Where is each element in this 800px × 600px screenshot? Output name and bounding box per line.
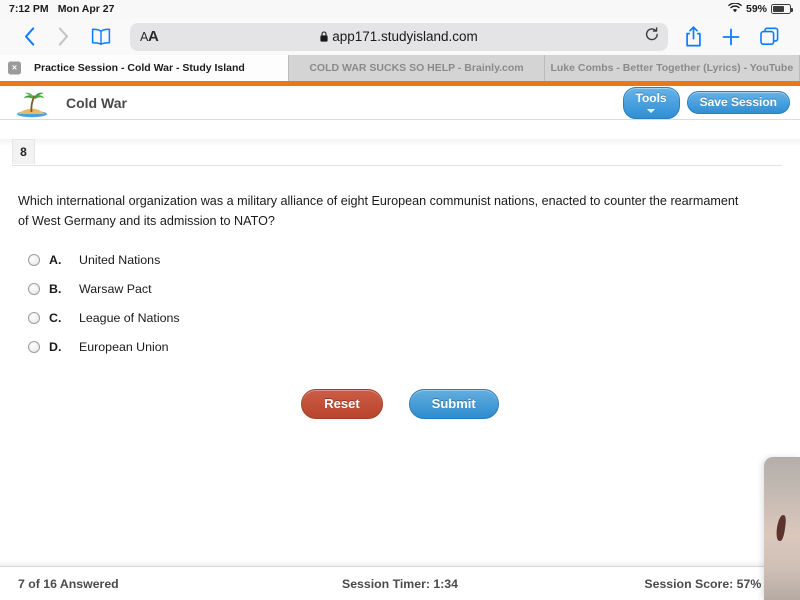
radio-button[interactable] [28,311,40,324]
radio-button[interactable] [28,253,40,266]
reset-button[interactable]: Reset [301,389,383,420]
answer-option-c[interactable]: C. League of Nations [28,303,800,332]
choice-text: United Nations [79,252,161,267]
palm-tree-island-logo [17,92,47,117]
choice-text: European Union [79,339,169,354]
reload-icon [645,26,658,40]
tab-title: COLD WAR SUCKS SO HELP - Brainly.com [309,62,524,74]
session-footer: 7 of 16 Answered Session Timer: 1:34 Ses… [0,567,800,600]
back-button[interactable] [12,22,46,52]
chevron-right-icon [58,27,68,46]
book-icon [91,28,111,45]
answer-choices: A. United Nations B. Warsaw Pact C. Leag… [28,245,800,361]
ios-status-bar: 7:12 PM Mon Apr 27 59% [0,0,800,18]
study-island-header: Cold War Tools Save Session [0,86,800,120]
bookmarks-button[interactable] [80,22,122,52]
share-button[interactable] [674,22,712,52]
status-date: Mon Apr 27 [57,3,115,15]
browser-tab-youtube[interactable]: Luke Combs - Better Together (Lyrics) - … [544,55,800,81]
tab-title: Luke Combs - Better Together (Lyrics) - … [550,62,794,74]
answer-option-b[interactable]: B. Warsaw Pact [28,274,800,303]
close-icon[interactable]: × [8,61,21,75]
browser-tab-brainly[interactable]: COLD WAR SUCKS SO HELP - Brainly.com [289,55,545,81]
choice-letter: C. [49,310,62,325]
text-size-button[interactable]: AA [140,28,159,45]
thumb-overlay [764,457,800,600]
status-time: 7:12 PM [9,3,49,15]
submit-button[interactable]: Submit [408,389,499,420]
answered-count: 7 of 16 Answered [18,576,119,591]
choice-letter: B. [49,281,62,296]
choice-letter: A. [49,252,62,267]
choice-text: League of Nations [79,310,180,325]
tools-button[interactable]: Tools [622,86,680,119]
wifi-icon [728,1,742,16]
battery-icon [771,4,793,14]
page-title: Cold War [66,94,127,111]
answer-option-d[interactable]: D. European Union [28,332,800,361]
question-number-row: 8 [0,139,800,166]
plus-icon [722,28,740,45]
reload-button[interactable] [645,26,659,47]
save-session-label: Save Session [699,95,777,109]
save-session-button[interactable]: Save Session [686,91,790,114]
choice-text: Warsaw Pact [79,281,152,296]
lock-icon [320,31,328,42]
url-text: app171.studyisland.com [332,29,478,44]
safari-tab-bar: × Practice Session - Cold War - Study Is… [0,55,800,81]
address-bar[interactable]: AA app171.studyisland.com [130,22,668,51]
session-timer: Session Timer: 1:34 [342,576,458,591]
question-text: Which international organization was a m… [18,194,739,228]
question-panel: 8 Which international organization was a… [0,139,800,568]
radio-button[interactable] [28,282,40,295]
footer-divider [0,560,800,567]
divider [12,165,782,166]
chevron-left-icon [24,27,34,46]
action-buttons: Reset Submit [0,389,800,420]
forward-button[interactable] [46,22,80,52]
question-number-badge: 8 [12,139,35,164]
ipad-screen: 7:12 PM Mon Apr 27 59% AA app171.studyis… [0,0,800,600]
browser-tab-active[interactable]: × Practice Session - Cold War - Study Is… [0,55,290,81]
new-tab-button[interactable] [712,22,750,52]
tab-title: Practice Session - Cold War - Study Isla… [34,62,245,74]
answer-option-a[interactable]: A. United Nations [28,245,800,274]
battery-percent: 59% [745,3,767,15]
tabs-overview-button[interactable] [750,22,788,52]
caret-down-icon [647,108,656,113]
safari-toolbar: AA app171.studyisland.com [0,18,800,55]
url-display: app171.studyisland.com [130,29,668,44]
tools-label: Tools [635,90,667,105]
share-icon [685,26,701,47]
radio-button[interactable] [28,340,40,353]
choice-letter: D. [49,339,62,354]
tabs-overview-icon [759,27,778,46]
